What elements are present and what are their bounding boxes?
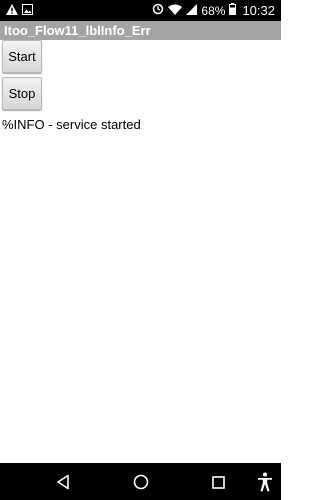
battery-icon bbox=[229, 3, 237, 18]
battery-percent: 68% bbox=[201, 3, 226, 18]
image-icon bbox=[22, 2, 33, 20]
navigation-bar bbox=[0, 463, 281, 500]
back-icon[interactable] bbox=[52, 471, 74, 493]
app-screen: 68% 10:32 Itoo_Flow11_lblInfo_Err Start … bbox=[0, 0, 281, 500]
signal-icon bbox=[186, 3, 198, 18]
home-icon[interactable] bbox=[130, 471, 152, 493]
status-bar: 68% 10:32 bbox=[0, 0, 281, 21]
recents-icon[interactable] bbox=[207, 471, 229, 493]
warning-icon bbox=[6, 2, 18, 20]
status-time: 10:32 bbox=[242, 3, 275, 18]
wifi-icon bbox=[168, 4, 183, 18]
stop-button[interactable]: Stop bbox=[2, 77, 42, 110]
start-button[interactable]: Start bbox=[2, 40, 42, 73]
app-title: Itoo_Flow11_lblInfo_Err bbox=[0, 21, 281, 40]
sync-icon bbox=[152, 3, 164, 18]
accessibility-icon[interactable] bbox=[254, 471, 276, 493]
info-label: %INFO - service started bbox=[2, 117, 141, 132]
